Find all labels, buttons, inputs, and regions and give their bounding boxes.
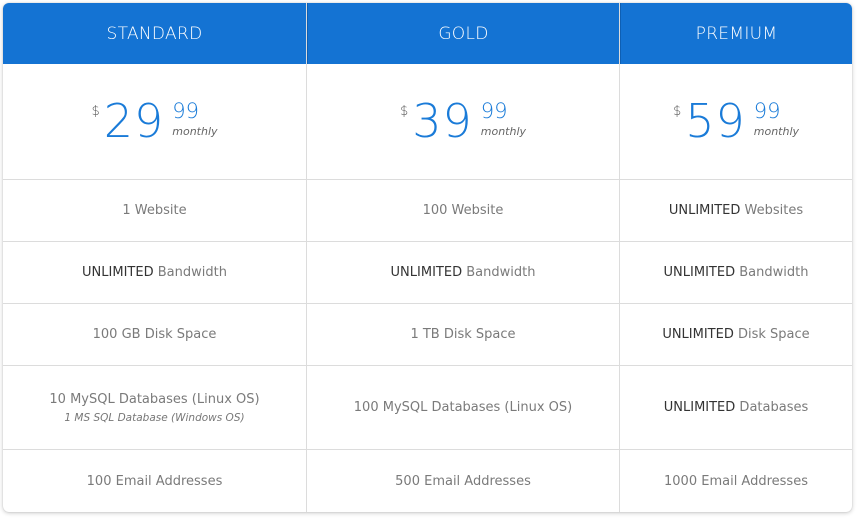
feature-text: Bandwidth [462, 265, 536, 280]
feature-text: Bandwidth [735, 265, 809, 280]
price: $ 59 99 monthly [673, 98, 799, 144]
plan-header: PREMIUM [620, 3, 852, 64]
price-cents: 99 [753, 99, 781, 123]
feature-websites: 1 Website [3, 180, 306, 242]
billing-period: monthly [480, 125, 527, 138]
feature-text: 100 Website [422, 203, 504, 218]
feature-databases: UNLIMITED Databases [620, 366, 852, 450]
feature-text: 100 GB Disk Space [92, 327, 217, 342]
pricing-table: STANDARD $ 29 99 monthly 1 Website UNLIM… [3, 3, 852, 512]
feature-strong: UNLIMITED [663, 265, 736, 280]
currency-symbol: $ [672, 104, 682, 119]
price-cell: $ 39 99 monthly [307, 64, 619, 180]
feature-bandwidth: UNLIMITED Bandwidth [620, 242, 852, 304]
feature-text: 100 Email Addresses [86, 473, 223, 489]
feature-strong: UNLIMITED [668, 203, 741, 218]
plan-column-premium: PREMIUM $ 59 99 monthly UNLIMITED Websit… [619, 3, 852, 512]
feature-note: 1 MS SQL Database (Windows OS) [64, 411, 245, 424]
feature-email: 500 Email Addresses [307, 450, 619, 512]
feature-websites: UNLIMITED Websites [620, 180, 852, 242]
price-cell: $ 29 99 monthly [3, 64, 306, 180]
feature-text: Databases [735, 400, 809, 415]
feature-text: 1 TB Disk Space [410, 327, 516, 342]
plan-header: GOLD [307, 3, 619, 64]
price-cents: 99 [172, 99, 199, 123]
feature-websites: 100 Website [307, 180, 619, 242]
plan-column-gold: GOLD $ 39 99 monthly 100 Website UNLIMIT… [306, 3, 619, 512]
feature-text: Disk Space [733, 327, 810, 342]
feature-text: 1000 Email Addresses [664, 473, 808, 489]
price: $ 39 99 monthly [400, 98, 526, 144]
price-whole: 59 [685, 94, 746, 148]
feature-text: 100 MySQL Databases (Linux OS) [353, 400, 573, 415]
feature-email: 1000 Email Addresses [620, 450, 852, 512]
feature-email: 100 Email Addresses [3, 450, 306, 512]
plan-name: GOLD [438, 23, 489, 44]
currency-symbol: $ [91, 104, 100, 119]
plan-header: STANDARD [3, 3, 306, 64]
plan-name: STANDARD [106, 23, 203, 44]
feature-text: 1 Website [122, 203, 187, 218]
price-whole: 29 [103, 94, 165, 148]
feature-strong: UNLIMITED [82, 265, 154, 280]
currency-symbol: $ [399, 104, 409, 119]
price-right: 99 monthly [172, 100, 217, 138]
price-cents: 99 [480, 99, 508, 123]
feature-disk-space: 1 TB Disk Space [307, 304, 619, 366]
feature-bandwidth: UNLIMITED Bandwidth [3, 242, 306, 304]
feature-text: Websites [740, 203, 804, 218]
price-right: 99 monthly [481, 100, 526, 138]
price-cell: $ 59 99 monthly [620, 64, 852, 180]
plan-name: PREMIUM [695, 23, 778, 44]
feature-disk-space: 100 GB Disk Space [3, 304, 306, 366]
feature-disk-space: UNLIMITED Disk Space [620, 304, 852, 366]
billing-period: monthly [753, 125, 800, 138]
price: $ 29 99 monthly [91, 98, 217, 144]
feature-bandwidth: UNLIMITED Bandwidth [307, 242, 619, 304]
feature-text: 500 Email Addresses [395, 473, 531, 489]
feature-strong: UNLIMITED [662, 327, 734, 342]
feature-strong: UNLIMITED [390, 265, 463, 280]
feature-text: 10 MySQL Databases (Linux OS) [49, 391, 260, 407]
billing-period: monthly [172, 125, 218, 138]
feature-text: Bandwidth [153, 265, 227, 280]
feature-databases: 10 MySQL Databases (Linux OS) 1 MS SQL D… [3, 366, 306, 450]
feature-strong: UNLIMITED [663, 400, 736, 415]
feature-databases: 100 MySQL Databases (Linux OS) [307, 366, 619, 450]
price-right: 99 monthly [754, 100, 799, 138]
plan-column-standard: STANDARD $ 29 99 monthly 1 Website UNLIM… [3, 3, 306, 512]
price-whole: 39 [412, 94, 473, 148]
